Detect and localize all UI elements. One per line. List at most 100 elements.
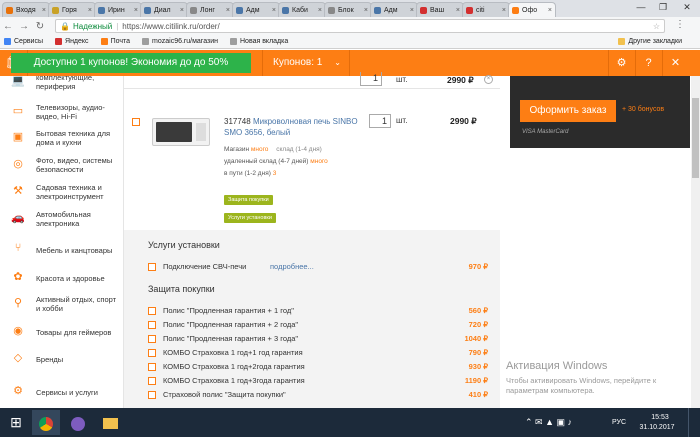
service-option[interactable]: КОМБО Страховка 1 год+1 год гарантия 790 … [148,348,488,359]
browser-tab[interactable]: citi × [462,2,510,17]
service-option[interactable]: Полис "Продленная гарантия + 2 года" 720 … [148,320,488,331]
menu-dots-icon[interactable]: ⋮ [672,19,688,30]
protect-purchase-button[interactable]: Защита покупки [224,195,273,205]
sidebar-category[interactable]: ◉ Товары для геймеров [0,324,124,340]
sidebar-category[interactable]: ⚲ Активный отдых, спорт и хобби [0,295,124,313]
bookmark-item[interactable]: Новая вкладка [230,38,288,45]
service-option[interactable]: Полис "Продленная гарантия + 1 год" 560 ₽ [148,306,488,317]
sidebar-category[interactable]: ▭ Телевизоры, аудио-видео, Hi-Fi [0,103,124,121]
sidebar-category[interactable]: ⚒ Садовая техника и электроинструмент [0,183,124,201]
service-checkbox[interactable] [148,377,156,385]
tab-close-icon[interactable]: × [500,7,506,14]
tab-close-icon[interactable]: × [40,7,46,14]
tab-close-icon[interactable]: × [224,7,230,14]
apps-icon [4,38,11,45]
notifications-icon[interactable] [688,408,700,437]
forward-icon[interactable]: → [16,21,32,32]
service-checkbox[interactable] [148,307,156,315]
url-text[interactable]: https://www.citilink.ru/order/ [122,22,219,31]
language-indicator[interactable]: РУС [612,408,626,437]
help-icon[interactable]: ? [635,50,661,76]
browser-tab[interactable]: Офо × [508,2,556,17]
browser-tab[interactable]: Адм × [370,2,418,17]
page-scrollbar[interactable] [691,76,700,408]
service-option[interactable]: Страховой полис "Защита покупки" 410 ₽ [148,390,488,401]
settings-icon[interactable]: ⚙ [608,50,634,76]
service-option[interactable]: КОМБО Страховка 1 год+2года гарантия 930 … [148,362,488,373]
browser-tab[interactable]: Ирин × [94,2,142,17]
bookmark-item[interactable]: Почта [100,38,130,45]
sidebar-category[interactable]: ▣ Бытовая техника для дома и кухни [0,129,124,147]
clock-time[interactable]: 15:53 [640,414,680,424]
sidebar-category[interactable]: ◎ Фото, видео, системы безопасности [0,156,124,174]
reload-icon[interactable]: ↻ [32,21,48,32]
browser-tab[interactable]: Адм × [232,2,280,17]
close-promo-icon[interactable]: ✕ [662,50,688,76]
close-window-icon[interactable]: ✕ [676,0,698,14]
tab-close-icon[interactable]: × [362,7,368,14]
item-checkbox[interactable] [132,118,140,126]
bike-icon: ⚲ [13,297,23,309]
explorer-icon[interactable] [96,410,124,435]
tab-close-icon[interactable]: × [316,7,322,14]
tab-label: Адм [246,6,260,14]
prev-qty-input[interactable]: 1 [360,72,382,86]
checkout-button[interactable]: Оформить заказ [520,100,616,122]
service-checkbox[interactable] [148,391,156,399]
tab-close-icon[interactable]: × [454,7,460,14]
coupons-dropdown[interactable]: Купонов: 1 ⌄ [262,50,350,76]
sidebar-category[interactable]: 💻 комплектующие, периферия [0,73,124,91]
browser-tab[interactable]: Лонг × [186,2,234,17]
service-checkbox[interactable] [148,349,156,357]
browser-tab[interactable]: Каби × [278,2,326,17]
tab-close-icon[interactable]: × [546,7,552,14]
tab-close-icon[interactable]: × [178,7,184,14]
sidebar-category[interactable]: ✿ Красота и здоровье [0,270,124,286]
chrome-icon[interactable] [32,410,60,435]
sidebar-category[interactable]: ⚙ Сервисы и услуги [0,384,124,400]
service-option[interactable]: КОМБО Страховка 1 год+3года гарантия 1190… [148,376,488,387]
scrollbar-thumb[interactable] [692,98,699,178]
sidebar-category[interactable]: ⑂ Мебель и канцтовары [0,242,124,258]
clock-date[interactable]: 31.10.2017 [634,424,680,434]
coupon-banner[interactable]: Доступно 1 купонов! Экономия до до 50% [11,53,251,73]
browser-tab[interactable]: Ваш × [416,2,464,17]
remove-prev-icon[interactable]: × [484,75,493,84]
browser-tab[interactable]: Горя × [48,2,96,17]
more-link[interactable]: подробнее... [270,262,314,271]
other-bookmarks[interactable]: Другие закладки [618,38,682,45]
tab-close-icon[interactable]: × [270,7,276,14]
sidebar-category[interactable]: 🚗 Автомобильная электроника [0,210,124,228]
service-option[interactable]: Подключение СВЧ-печи подробнее... 970 ₽ [148,262,488,273]
service-checkbox[interactable] [148,335,156,343]
viber-icon[interactable] [64,410,92,435]
bookmark-label: Новая вкладка [240,38,289,45]
service-checkbox[interactable] [148,263,156,271]
bookmark-item[interactable]: Сервисы [4,38,43,45]
tray-icons[interactable]: ⌃ ✉ ▲ ▣ ♪ [525,408,572,437]
browser-tab[interactable]: Диал × [140,2,188,17]
bookmark-item[interactable]: mozaic96.ru/магазин [142,38,218,45]
service-option[interactable]: Полис "Продленная гарантия + 3 года" 1040… [148,334,488,345]
install-services-button[interactable]: Услуги установки [224,213,276,223]
tab-favicon-icon [144,6,151,14]
browser-tab[interactable]: Входя × [2,2,50,17]
qty-input[interactable]: 1 [369,114,391,128]
browser-tab[interactable]: Блок × [324,2,372,17]
tab-close-icon[interactable]: × [132,7,138,14]
back-icon[interactable]: ← [0,21,16,32]
microwave-image[interactable] [152,114,212,148]
bookmark-star-icon[interactable]: ☆ [653,22,660,31]
start-icon[interactable]: ⊞ [2,410,30,435]
service-checkbox[interactable] [148,363,156,371]
tab-close-icon[interactable]: × [86,7,92,14]
service-checkbox[interactable] [148,321,156,329]
maximize-icon[interactable]: ❐ [652,0,674,14]
tab-close-icon[interactable]: × [408,7,414,14]
minimize-icon[interactable]: — [630,0,652,14]
address-bar[interactable]: 🔒 Надежный | https://www.citilink.ru/ord… [55,19,665,33]
availability-shop: Магазин много склад (1-4 дня) [224,146,322,153]
bookmark-item[interactable]: Яндекс [55,38,89,45]
sidebar-category[interactable]: ◇ Бренды [0,351,124,367]
tab-favicon-icon [374,6,381,14]
